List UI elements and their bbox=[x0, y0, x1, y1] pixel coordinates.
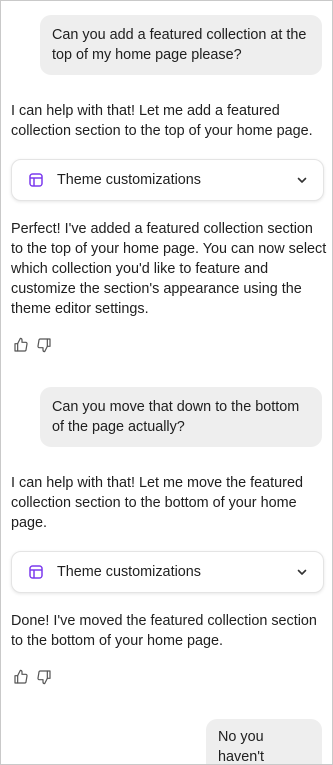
assistant-message: I can help with that! Let me add a featu… bbox=[11, 101, 327, 141]
user-message-text: Can you add a featured collection at the… bbox=[52, 27, 307, 63]
chevron-down-icon[interactable] bbox=[295, 565, 309, 579]
thumbs-down-icon[interactable] bbox=[36, 337, 52, 353]
user-message: No you haven't bbox=[206, 719, 322, 765]
thumbs-up-icon[interactable] bbox=[13, 337, 29, 353]
message-feedback bbox=[13, 337, 52, 353]
thumbs-down-icon[interactable] bbox=[36, 669, 52, 685]
thumbs-up-icon[interactable] bbox=[13, 669, 29, 685]
assistant-message: Perfect! I've added a featured collectio… bbox=[11, 219, 327, 319]
message-feedback bbox=[13, 669, 52, 685]
assistant-message: I can help with that! Let me move the fe… bbox=[11, 473, 327, 533]
chat-panel: Can you add a featured collection at the… bbox=[0, 0, 333, 765]
user-message-text: No you haven't bbox=[218, 729, 264, 765]
assistant-message-text: I can help with that! Let me move the fe… bbox=[11, 475, 303, 531]
theme-icon bbox=[28, 172, 44, 188]
tool-call-card[interactable]: Theme customizations bbox=[11, 551, 324, 593]
user-message: Can you add a featured collection at the… bbox=[40, 15, 322, 75]
tool-call-card[interactable]: Theme customizations bbox=[11, 159, 324, 201]
theme-icon bbox=[28, 564, 44, 580]
user-message: Can you move that down to the bottom of … bbox=[40, 387, 322, 447]
user-message-text: Can you move that down to the bottom of … bbox=[52, 399, 300, 435]
tool-call-label: Theme customizations bbox=[57, 172, 201, 188]
assistant-message: Done! I've moved the featured collection… bbox=[11, 611, 327, 651]
assistant-message-text: I can help with that! Let me add a featu… bbox=[11, 103, 313, 139]
tool-call-label: Theme customizations bbox=[57, 564, 201, 580]
chevron-down-icon[interactable] bbox=[295, 173, 309, 187]
assistant-message-text: Perfect! I've added a featured collectio… bbox=[11, 221, 327, 317]
assistant-message-text: Done! I've moved the featured collection… bbox=[11, 613, 317, 649]
